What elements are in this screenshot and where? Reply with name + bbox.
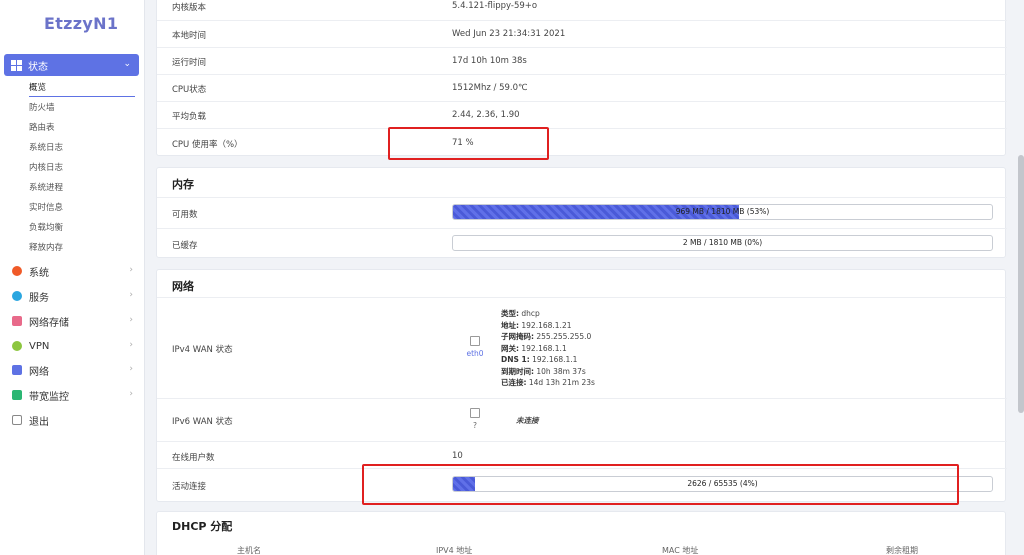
chevron-right-icon: ›: [129, 315, 133, 325]
submenu-loadbalance[interactable]: 负载均衡: [0, 220, 145, 240]
chevron-right-icon: ›: [129, 265, 133, 275]
chevron-right-icon: ›: [129, 364, 133, 374]
column-header[interactable]: 剩余租期: [886, 545, 918, 555]
ethernet-icon: ?: [460, 408, 490, 430]
submenu-routes[interactable]: 路由表: [0, 120, 145, 140]
sidebar-item-nas[interactable]: 网络存储 ›: [0, 309, 145, 333]
ethernet-icon: eth0: [460, 336, 490, 358]
gear-icon: [12, 266, 22, 276]
sidebar: EtzzyN1 状态 ⌄ 概览 防火墙 路由表 系统日志 内核日志 系统进程 实…: [0, 0, 145, 555]
table-row: CPU状态 1512Mhz / 59.0℃: [157, 74, 1007, 101]
scrollbar[interactable]: [1018, 155, 1024, 413]
column-header[interactable]: 主机名: [237, 545, 261, 555]
sidebar-item-network[interactable]: 网络 ›: [0, 358, 145, 382]
ipv6-status: 未连接: [516, 416, 539, 425]
table-row: 本地时间 Wed Jun 23 21:34:31 2021: [157, 20, 1007, 47]
submenu-firewall[interactable]: 防火墙: [0, 100, 145, 120]
dashboard-icon: [11, 59, 22, 71]
sidebar-item-system[interactable]: 系统 ›: [0, 259, 145, 283]
submenu-processes[interactable]: 系统进程: [0, 180, 145, 200]
submenu-kernellog[interactable]: 内核日志: [0, 160, 145, 180]
sidebar-item-bandwidth[interactable]: 带宽监控 ›: [0, 383, 145, 407]
sidebar-item-vpn[interactable]: VPN ›: [0, 334, 145, 358]
vpn-icon: [12, 341, 22, 351]
sidebar-item-status[interactable]: 状态 ⌄: [4, 54, 139, 76]
services-icon: [12, 291, 22, 301]
sidebar-item-services[interactable]: 服务 ›: [0, 284, 145, 308]
submenu-overview[interactable]: 概览: [0, 80, 145, 100]
logout-icon: [12, 415, 22, 425]
chevron-right-icon: ›: [129, 290, 133, 300]
sidebar-item-logout[interactable]: 退出: [0, 408, 145, 432]
sidebar-item-label: 状态: [28, 61, 48, 73]
memory-cached-bar: 2 MB / 1810 MB (0%): [452, 235, 993, 251]
table-row: 内核版本 5.4.121-flippy-59+o: [172, 1, 538, 13]
ipv4-info: 类型: dhcp 地址: 192.168.1.21 子网掩码: 255.255.…: [501, 309, 595, 387]
column-header[interactable]: MAC 地址: [662, 545, 698, 555]
submenu-freemem[interactable]: 释放内存: [0, 240, 145, 260]
submenu-realtime[interactable]: 实时信息: [0, 200, 145, 220]
network-icon: [12, 365, 22, 375]
chevron-right-icon: ›: [129, 389, 133, 399]
dhcp-card: DHCP 分配 主机名 IPV4 地址 MAC 地址 剩余租期: [156, 511, 1006, 555]
card-title: 内存: [172, 178, 194, 191]
logo: EtzzyN1: [44, 14, 119, 33]
status-submenu: 概览 防火墙 路由表 系统日志 内核日志 系统进程 实时信息 负载均衡 释放内存: [0, 80, 145, 260]
card-title: DHCP 分配: [172, 520, 233, 533]
memory-available-bar: 969 MB / 1810 MB (53%): [452, 204, 993, 220]
highlight-connections: [362, 464, 959, 505]
table-row: CPU 使用率（%） 71 %: [157, 128, 1007, 157]
storage-icon: [12, 316, 22, 326]
table-row: 运行时间 17d 10h 10m 38s: [157, 47, 1007, 74]
submenu-syslog[interactable]: 系统日志: [0, 140, 145, 160]
table-row: 平均负载 2.44, 2.36, 1.90: [157, 101, 1007, 128]
monitor-icon: [12, 390, 22, 400]
table-row: 可用数 969 MB / 1810 MB (53%): [157, 197, 1007, 228]
table-row: 已缓存 2 MB / 1810 MB (0%): [157, 228, 1007, 259]
chevron-down-icon: ⌄: [123, 59, 131, 69]
chevron-right-icon: ›: [129, 340, 133, 350]
card-title: 网络: [172, 280, 194, 293]
highlight-cpu: [388, 127, 549, 160]
table-row: IPv6 WAN 状态 ? 未连接: [157, 398, 1007, 441]
table-row: IPv4 WAN 状态 eth0 类型: dhcp 地址: 192.168.1.…: [157, 297, 1007, 398]
memory-card: 内存 可用数 969 MB / 1810 MB (53%) 已缓存 2 MB /…: [156, 167, 1007, 259]
column-header[interactable]: IPV4 地址: [436, 545, 472, 555]
system-card: 内核版本 5.4.121-flippy-59+o 本地时间 Wed Jun 23…: [156, 0, 1007, 157]
